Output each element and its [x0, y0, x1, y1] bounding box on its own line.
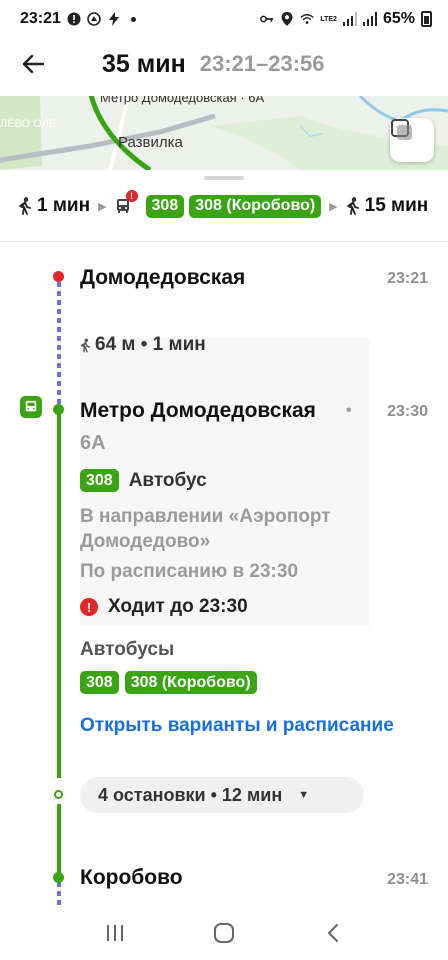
alt-bus-badge[interactable]: 308	[80, 671, 119, 694]
route-time-range: 23:21–23:56	[199, 51, 325, 76]
warning-icon: !	[80, 598, 98, 616]
chevron-left-icon	[328, 924, 339, 942]
status-bar: 23:21 LTE2 65%	[0, 0, 448, 38]
key-icon	[260, 12, 274, 26]
walk-line	[57, 282, 61, 408]
service-warning: ! Ходит до 23:30	[80, 596, 248, 618]
map-street-label: Метро Домодедовская · 6А	[100, 96, 265, 105]
location-icon	[280, 12, 294, 26]
summary-walk-1: 1 мин	[18, 195, 90, 217]
summary-walk-1-duration: 1 мин	[37, 195, 91, 216]
system-back-button[interactable]	[311, 911, 355, 955]
route-duration-title: 35 мин	[102, 49, 186, 78]
summary-walk-2-duration: 15 мин	[364, 195, 429, 216]
bus-line	[57, 408, 61, 778]
stop-2-separator: •	[346, 402, 352, 419]
stop-3-name: Коробово	[80, 866, 183, 889]
home-icon	[213, 923, 234, 943]
recent-apps-icon	[106, 925, 123, 941]
back-button[interactable]	[8, 39, 58, 89]
alt-bus-badge[interactable]: 308 (Коробово)	[124, 671, 257, 694]
walk-segment: 64 м • 1 мин	[80, 334, 206, 356]
intermediate-stops-node	[54, 790, 63, 799]
signal-2-icon	[362, 12, 377, 26]
map-layers-button[interactable]	[390, 118, 434, 162]
route-summary[interactable]: 1 мин ▶ ! 308 308 (Коробово) ▶ 15 мин	[0, 188, 448, 224]
map-small-label: ЛЁВО ОЛЕ	[0, 118, 57, 130]
summary-walk-2: 15 мин	[346, 195, 429, 217]
network-type-label: LTE2	[320, 15, 337, 23]
walk-icon	[19, 197, 31, 215]
route-badge: 308	[80, 469, 119, 492]
signal-icon	[342, 12, 357, 26]
route-info: 308 Автобус	[80, 469, 207, 492]
system-nav-bar	[0, 906, 448, 960]
status-time: 23:21	[20, 10, 61, 27]
bus-line-lower	[57, 804, 61, 874]
alert-notification-icon	[67, 12, 81, 26]
summary-bus-icon-wrap: !	[115, 190, 138, 214]
walk-line-end	[57, 882, 61, 906]
layers-icon	[391, 119, 412, 140]
schedule-text: По расписанию в 23:30	[80, 561, 299, 582]
direction-line-2: Домодедово»	[80, 531, 211, 552]
buses-label: Автобусы	[80, 639, 175, 660]
summary-route-badge: 308	[145, 194, 185, 218]
stops-expander-button[interactable]: 4 остановки • 12 мин ▼	[80, 777, 364, 813]
sheet-drag-handle[interactable]	[204, 176, 244, 180]
stop-3-time: 23:41	[387, 871, 428, 888]
back-arrow-icon	[22, 55, 44, 73]
more-notifications-dot	[130, 16, 136, 22]
summary-arrow-icon: ▶	[98, 200, 107, 213]
start-node	[53, 271, 64, 282]
map-place-label: Развилка	[118, 134, 183, 151]
walk-small-icon	[80, 338, 91, 352]
summary-route-badge-long: 308 (Коробово)	[189, 194, 322, 218]
boarding-node	[53, 404, 64, 415]
summary-divider	[0, 241, 448, 242]
app-notification-icon	[87, 12, 101, 26]
battery-icon	[421, 11, 432, 27]
direction-line-1: В направлении «Аэропорт	[80, 506, 331, 527]
stop-2-name: Метро Домодедовская	[80, 399, 316, 422]
bus-mode-icon	[20, 396, 42, 418]
stop-1-time: 23:21	[387, 270, 428, 287]
stop-1-name: Домодедовская	[80, 266, 246, 289]
transport-type: Автобус	[128, 469, 207, 491]
battery-percent: 65%	[382, 10, 415, 27]
wifi-icon	[300, 12, 315, 26]
route-details-sheet: 1 мин ▶ ! 308 308 (Коробово) ▶ 15 мин До…	[0, 170, 448, 906]
map-background	[0, 96, 448, 170]
open-options-link[interactable]: Открыть варианты и расписание	[80, 715, 394, 737]
stop-2-time: 23:30	[387, 403, 428, 420]
home-button[interactable]	[202, 911, 246, 955]
route-header: 35 мин 23:21–23:56	[0, 38, 448, 90]
flash-icon	[107, 12, 121, 26]
route-map[interactable]: Метро Домодедовская · 6А Развилка ЛЁВО О…	[0, 96, 448, 170]
summary-warning-icon: !	[125, 190, 138, 202]
summary-bus-segment: ! 308 308 (Коробово)	[115, 190, 322, 218]
stop-2-platform: 6А	[80, 432, 106, 454]
stops-count: 4 остановки • 12 мин	[98, 784, 283, 805]
exit-node	[53, 872, 64, 883]
walk-distance-duration: 64 м • 1 мин	[95, 334, 206, 355]
warning-text: Ходит до 23:30	[108, 596, 248, 617]
alternative-buses: 308 308 (Коробово)	[80, 671, 257, 694]
summary-arrow-icon-2: ▶	[329, 200, 338, 213]
chevron-down-icon: ▼	[298, 789, 310, 801]
walk-icon-2	[346, 197, 359, 215]
recent-apps-button[interactable]	[93, 911, 137, 955]
